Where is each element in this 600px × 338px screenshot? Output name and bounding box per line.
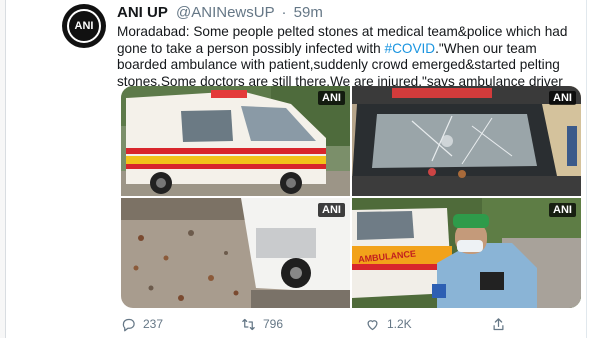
avatar-logo: ANI <box>67 9 101 43</box>
share-icon <box>493 317 504 330</box>
hashtag-link[interactable]: #COVID <box>385 41 436 56</box>
tweet-card[interactable]: ANI ANI UP @ANINewsUP · 59m Moradabad: S… <box>6 0 586 338</box>
scrollbar-track[interactable] <box>586 0 600 338</box>
ani-watermark: ANI <box>318 203 345 217</box>
avatar[interactable]: ANI <box>62 4 106 48</box>
author-handle[interactable]: @ANINewsUP <box>176 4 274 21</box>
retweet-count: 796 <box>263 317 284 331</box>
ani-watermark: ANI <box>549 91 576 105</box>
author-name[interactable]: ANI UP <box>117 4 168 21</box>
driver-photo-image: AMBULANCE <box>352 198 581 308</box>
tweet-text: Moradabad: Some people pelted stones at … <box>117 24 587 90</box>
retweet-icon <box>242 318 255 330</box>
photo-smashed-windshield[interactable]: ANI <box>352 86 581 196</box>
reply-button[interactable]: 237 <box>121 314 163 334</box>
retweet-button[interactable]: 796 <box>241 314 283 334</box>
ambulance-photo-image <box>121 86 350 196</box>
tweet-header: ANI UP @ANINewsUP · 59m <box>117 4 323 21</box>
photo-ambulance-driver[interactable]: AMBULANCE ANI <box>352 198 581 308</box>
stones-photo-image <box>121 198 350 308</box>
reply-icon <box>122 318 135 331</box>
photo-ambulance-damaged[interactable]: ANI <box>121 86 350 196</box>
tweet-timestamp[interactable]: 59m <box>294 4 323 21</box>
share-button[interactable] <box>491 314 506 334</box>
reply-count: 237 <box>143 317 164 331</box>
photo-stones-ground[interactable]: ANI <box>121 198 350 308</box>
ani-watermark: ANI <box>549 203 576 217</box>
tweet-actions: 237 796 1.2K <box>117 314 577 336</box>
heart-icon <box>367 319 378 330</box>
like-count: 1.2K <box>387 317 412 331</box>
windshield-photo-image <box>352 86 581 196</box>
like-button[interactable]: 1.2K <box>365 314 412 334</box>
ani-watermark: ANI <box>318 91 345 105</box>
header-separator: · <box>281 4 287 21</box>
media-grid: ANI ANI ANI AMBULANCE ANI <box>121 86 581 308</box>
